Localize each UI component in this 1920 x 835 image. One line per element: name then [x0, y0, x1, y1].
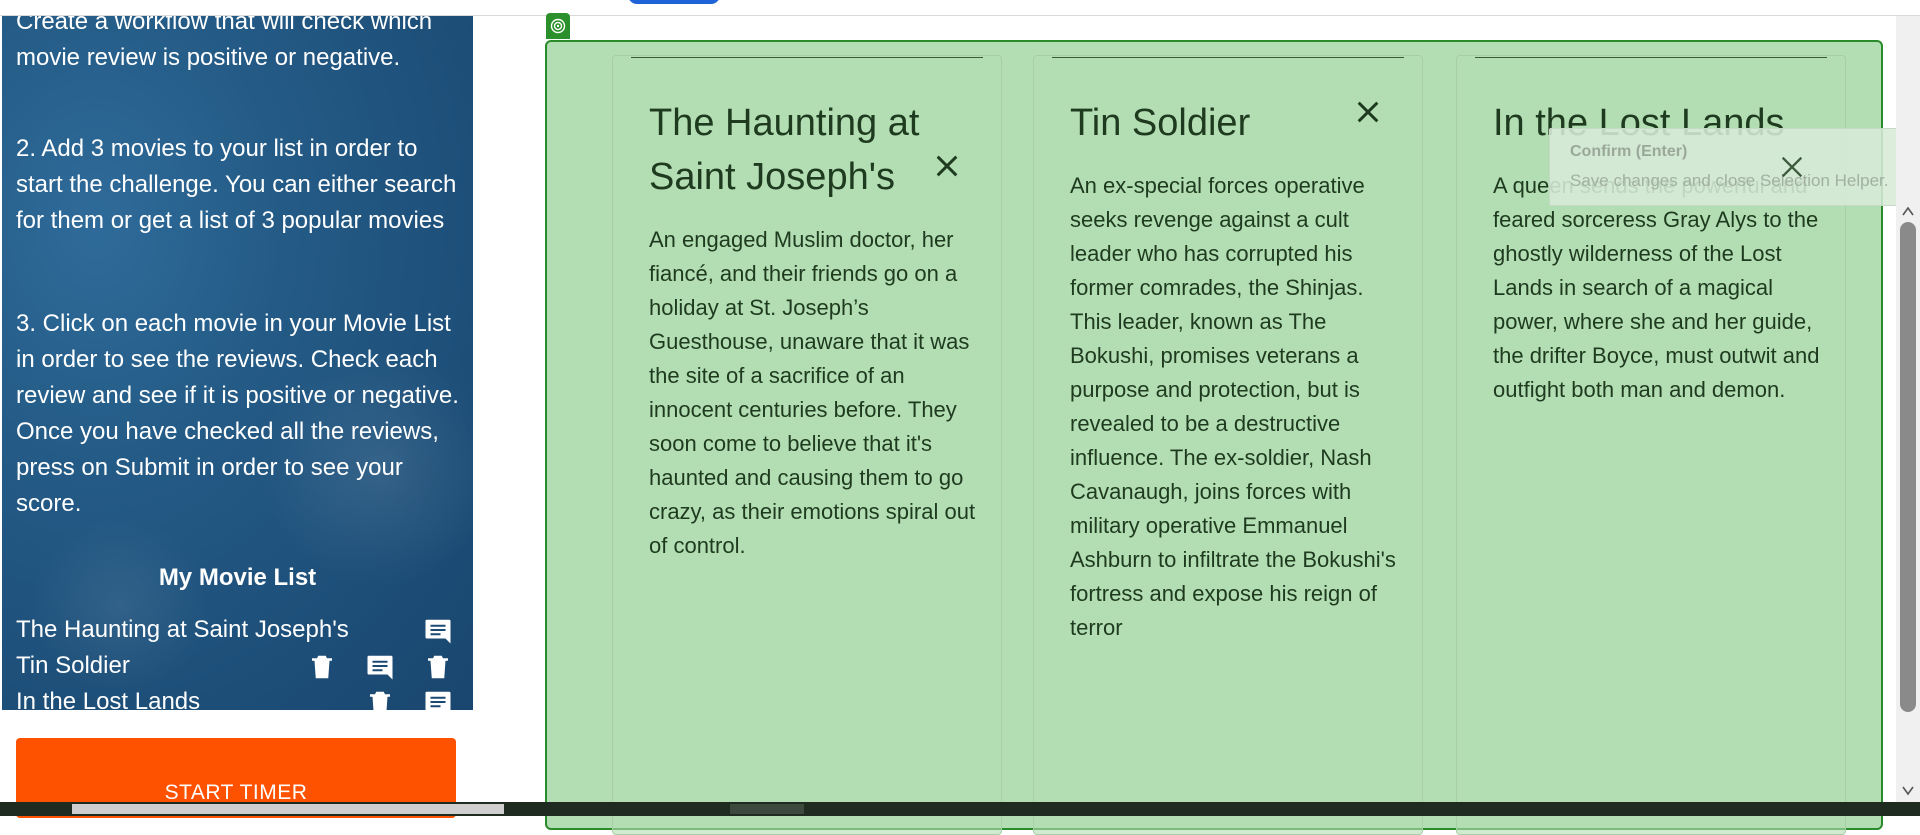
movie-card: The Haunting at Saint Joseph's An engage…	[612, 55, 1002, 835]
movie-list-item-label[interactable]: The Haunting at Saint Joseph's	[16, 616, 349, 643]
close-icon[interactable]	[931, 150, 963, 182]
scroll-thumb[interactable]	[1900, 222, 1916, 712]
card-divider	[631, 57, 983, 58]
taskbar	[0, 802, 1920, 816]
card-divider	[1475, 57, 1827, 58]
trash-icon[interactable]	[306, 652, 338, 682]
comment-icon[interactable]	[422, 688, 454, 710]
confirm-title: Confirm (Enter)	[1570, 143, 1688, 160]
movie-list-item[interactable]: The Haunting at Saint Joseph's	[16, 612, 466, 648]
card-title: The Haunting at Saint Joseph's	[649, 102, 920, 198]
target-icon[interactable]	[546, 13, 570, 39]
vertical-scrollbar[interactable]	[1896, 16, 1920, 816]
instruction-step-3: 3. Click on each movie in your Movie Lis…	[16, 310, 459, 517]
movie-list-item[interactable]: Tin Soldier	[16, 648, 466, 684]
trash-icon[interactable]	[422, 652, 454, 682]
horizontal-scrollbar[interactable]	[72, 804, 504, 814]
instructions-panel: Create a workflow that will check which …	[2, 16, 473, 710]
movie-list-item[interactable]: In the Lost Lands	[16, 684, 466, 710]
movie-card: Tin Soldier An ex-special forces operati…	[1033, 55, 1423, 835]
scroll-down-icon[interactable]	[1902, 786, 1914, 796]
card-description: An ex-special forces operative seeks rev…	[1070, 173, 1396, 640]
close-icon[interactable]	[1778, 153, 1806, 181]
card-description: An engaged Muslim doctor, her fiancé, an…	[649, 227, 976, 558]
instruction-step-1: Create a workflow that will check which …	[16, 16, 433, 71]
card-divider	[1052, 57, 1404, 58]
comment-icon[interactable]	[422, 616, 454, 646]
instruction-step-2: 2. Add 3 movies to your list in order to…	[16, 135, 457, 234]
movie-list-item-label[interactable]: In the Lost Lands	[16, 688, 200, 710]
confirm-subtitle: Save changes and close Selection Helper.	[1570, 171, 1889, 190]
browser-top-strip	[0, 0, 1920, 16]
movie-list-item-label[interactable]: Tin Soldier	[16, 652, 130, 679]
confirm-tooltip[interactable]: Confirm (Enter) Save changes and close S…	[1549, 128, 1920, 206]
card-title: Tin Soldier	[1070, 102, 1251, 144]
comment-icon[interactable]	[364, 652, 396, 682]
scroll-up-icon[interactable]	[1902, 206, 1914, 216]
movie-list-title: My Movie List	[158, 564, 317, 591]
close-icon[interactable]	[1352, 96, 1384, 128]
taskbar-item[interactable]	[730, 804, 804, 814]
trash-icon[interactable]	[364, 688, 396, 710]
top-blue-button[interactable]	[628, 0, 720, 4]
